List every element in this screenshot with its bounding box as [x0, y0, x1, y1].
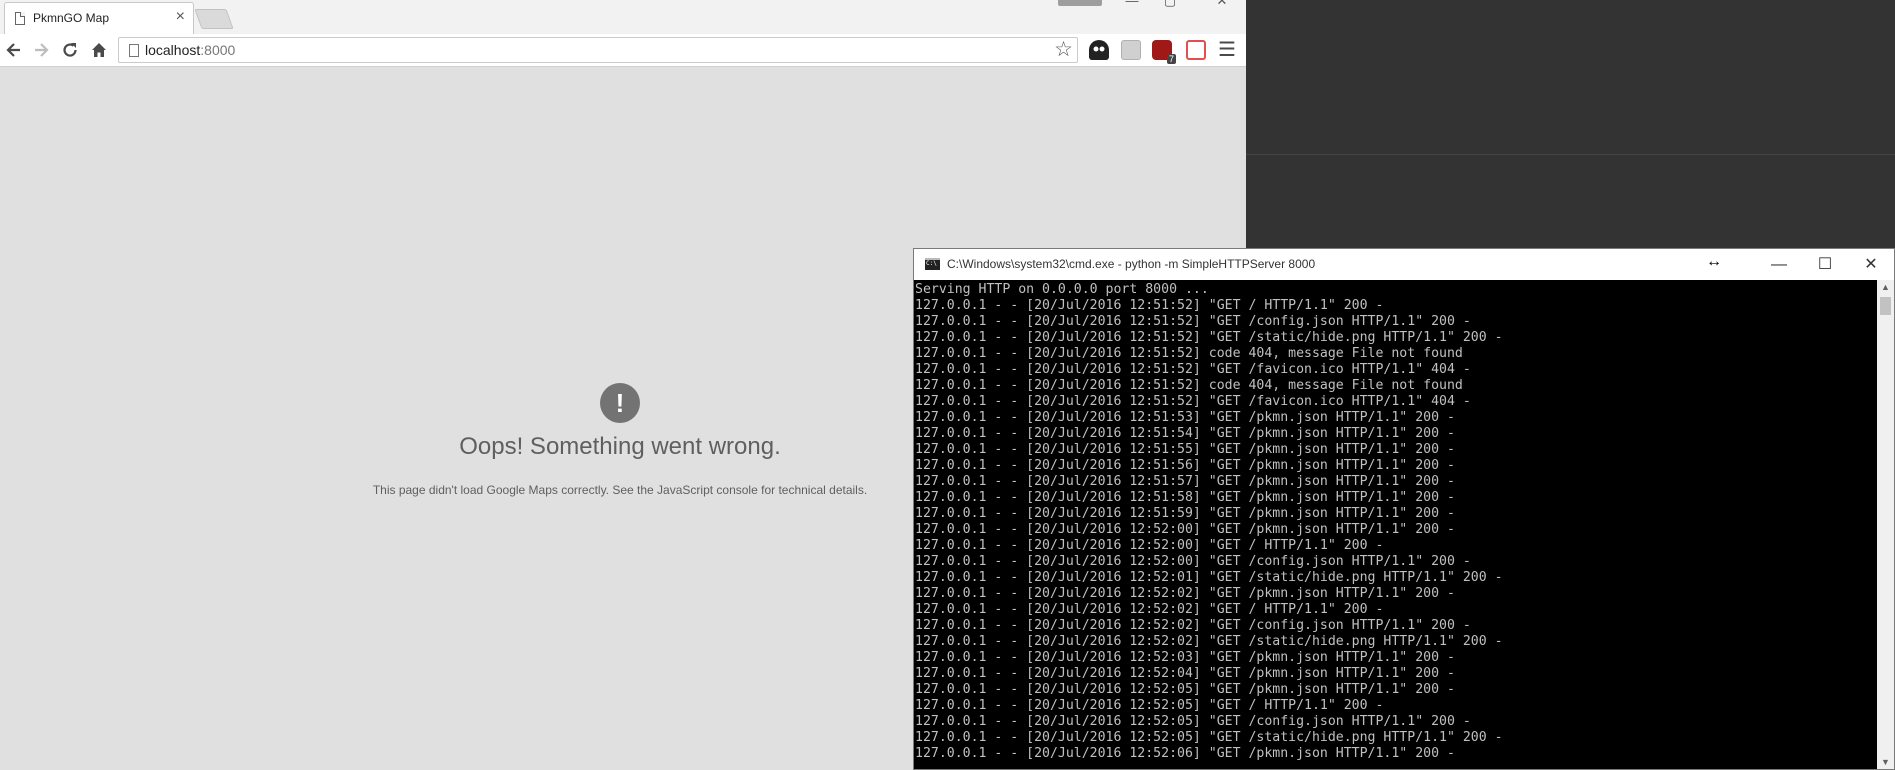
cmd-icon: [925, 258, 940, 270]
console-line: 127.0.0.1 - - [20/Jul/2016 12:51:52] "GE…: [915, 314, 1471, 329]
url-port: :8000: [200, 42, 236, 58]
url-host: localhost: [145, 42, 201, 58]
resize-cursor-icon: ↔: [1706, 253, 1722, 270]
extension-icon[interactable]: [1121, 40, 1141, 60]
home-icon[interactable]: [88, 39, 110, 61]
pdf-icon[interactable]: [1186, 40, 1206, 60]
cmd-window: C:\Windows\system32\cmd.exe - python -m …: [913, 248, 1895, 770]
ghostery-icon[interactable]: [1089, 40, 1109, 60]
console-line: 127.0.0.1 - - [20/Jul/2016 12:51:54] "GE…: [915, 426, 1455, 441]
console-line: 127.0.0.1 - - [20/Jul/2016 12:51:59] "GE…: [915, 506, 1455, 521]
console-line: 127.0.0.1 - - [20/Jul/2016 12:51:52] "GE…: [915, 394, 1471, 409]
console-line: 127.0.0.1 - - [20/Jul/2016 12:51:53] "GE…: [915, 410, 1455, 425]
scrollbar-thumb[interactable]: [1880, 297, 1891, 315]
url-text: localhost:8000: [145, 42, 235, 58]
ublock-badge: 7: [1166, 54, 1176, 64]
console-line: 127.0.0.1 - - [20/Jul/2016 12:52:03] "GE…: [915, 650, 1455, 665]
console-line: 127.0.0.1 - - [20/Jul/2016 12:51:52] cod…: [915, 378, 1463, 393]
bookmark-star-icon[interactable]: ☆: [1054, 38, 1073, 62]
console-line: 127.0.0.1 - - [20/Jul/2016 12:52:00] "GE…: [915, 522, 1455, 537]
console-line: 127.0.0.1 - - [20/Jul/2016 12:51:57] "GE…: [915, 474, 1455, 489]
console-line: 127.0.0.1 - - [20/Jul/2016 12:52:00] "GE…: [915, 538, 1384, 553]
minimize-icon[interactable]: —: [1122, 0, 1142, 8]
console-line: 127.0.0.1 - - [20/Jul/2016 12:52:05] "GE…: [915, 730, 1503, 745]
console-line: 127.0.0.1 - - [20/Jul/2016 12:51:55] "GE…: [915, 442, 1455, 457]
tab-strip: PkmnGO Map × — ▢ ✕: [0, 0, 1246, 34]
back-arrow-icon[interactable]: [3, 39, 25, 61]
page-icon: [15, 12, 25, 25]
console-line: 127.0.0.1 - - [20/Jul/2016 12:52:01] "GE…: [915, 570, 1503, 585]
browser-toolbar: localhost:8000 ☆ 7 ☰: [0, 34, 1246, 67]
close-window-icon[interactable]: ✕: [1212, 0, 1232, 8]
cmd-maximize-icon[interactable]: ☐: [1802, 249, 1848, 280]
console-line: 127.0.0.1 - - [20/Jul/2016 12:52:02] "GE…: [915, 602, 1384, 617]
console-line: 127.0.0.1 - - [20/Jul/2016 12:51:56] "GE…: [915, 458, 1455, 473]
scroll-down-arrow-icon[interactable]: ▼: [1877, 755, 1894, 769]
close-tab-icon[interactable]: ×: [176, 9, 185, 25]
console-line: 127.0.0.1 - - [20/Jul/2016 12:52:05] "GE…: [915, 698, 1384, 713]
console-line: 127.0.0.1 - - [20/Jul/2016 12:51:52] "GE…: [915, 362, 1471, 377]
console-line: 127.0.0.1 - - [20/Jul/2016 12:52:06] "GE…: [915, 746, 1455, 761]
cmd-minimize-icon[interactable]: —: [1756, 249, 1802, 280]
tab-title: PkmnGO Map: [33, 11, 110, 25]
console-scrollbar[interactable]: ▲ ▼: [1877, 280, 1894, 769]
console-line: 127.0.0.1 - - [20/Jul/2016 12:52:05] "GE…: [915, 682, 1455, 697]
console-line: 127.0.0.1 - - [20/Jul/2016 12:52:02] "GE…: [915, 618, 1471, 633]
console-line: 127.0.0.1 - - [20/Jul/2016 12:51:52] "GE…: [915, 330, 1503, 345]
error-icon: !: [600, 383, 640, 423]
divider: [1246, 154, 1895, 155]
cmd-titlebar[interactable]: C:\Windows\system32\cmd.exe - python -m …: [914, 249, 1894, 280]
address-bar[interactable]: localhost:8000 ☆: [118, 37, 1078, 63]
console-line: 127.0.0.1 - - [20/Jul/2016 12:51:58] "GE…: [915, 490, 1455, 505]
cmd-close-icon[interactable]: ✕: [1848, 249, 1894, 280]
scroll-up-arrow-icon[interactable]: ▲: [1877, 280, 1894, 294]
forward-arrow-icon[interactable]: [30, 39, 52, 61]
console-line: 127.0.0.1 - - [20/Jul/2016 12:52:05] "GE…: [915, 714, 1471, 729]
console-line: 127.0.0.1 - - [20/Jul/2016 12:52:02] "GE…: [915, 634, 1503, 649]
console-line: 127.0.0.1 - - [20/Jul/2016 12:51:52] "GE…: [915, 298, 1384, 313]
ublock-icon[interactable]: 7: [1152, 40, 1176, 64]
profile-button[interactable]: [1058, 0, 1102, 6]
console-output[interactable]: Serving HTTP on 0.0.0.0 port 8000 ... 127…: [914, 280, 1876, 769]
console-line: 127.0.0.1 - - [20/Jul/2016 12:51:52] cod…: [915, 346, 1463, 361]
cmd-title: C:\Windows\system32\cmd.exe - python -m …: [947, 257, 1316, 271]
tab-pkmngo-map[interactable]: PkmnGO Map ×: [4, 2, 194, 34]
menu-icon[interactable]: ☰: [1216, 39, 1238, 61]
console-line: Serving HTTP on 0.0.0.0 port 8000 ...: [915, 282, 1209, 297]
maximize-icon[interactable]: ▢: [1160, 0, 1180, 8]
reload-icon[interactable]: [59, 39, 81, 61]
console-line: 127.0.0.1 - - [20/Jul/2016 12:52:02] "GE…: [915, 586, 1455, 601]
console-line: 127.0.0.1 - - [20/Jul/2016 12:52:04] "GE…: [915, 666, 1455, 681]
console-line: 127.0.0.1 - - [20/Jul/2016 12:52:00] "GE…: [915, 554, 1471, 569]
new-tab-button[interactable]: [194, 9, 234, 29]
page-info-icon[interactable]: [129, 44, 139, 57]
